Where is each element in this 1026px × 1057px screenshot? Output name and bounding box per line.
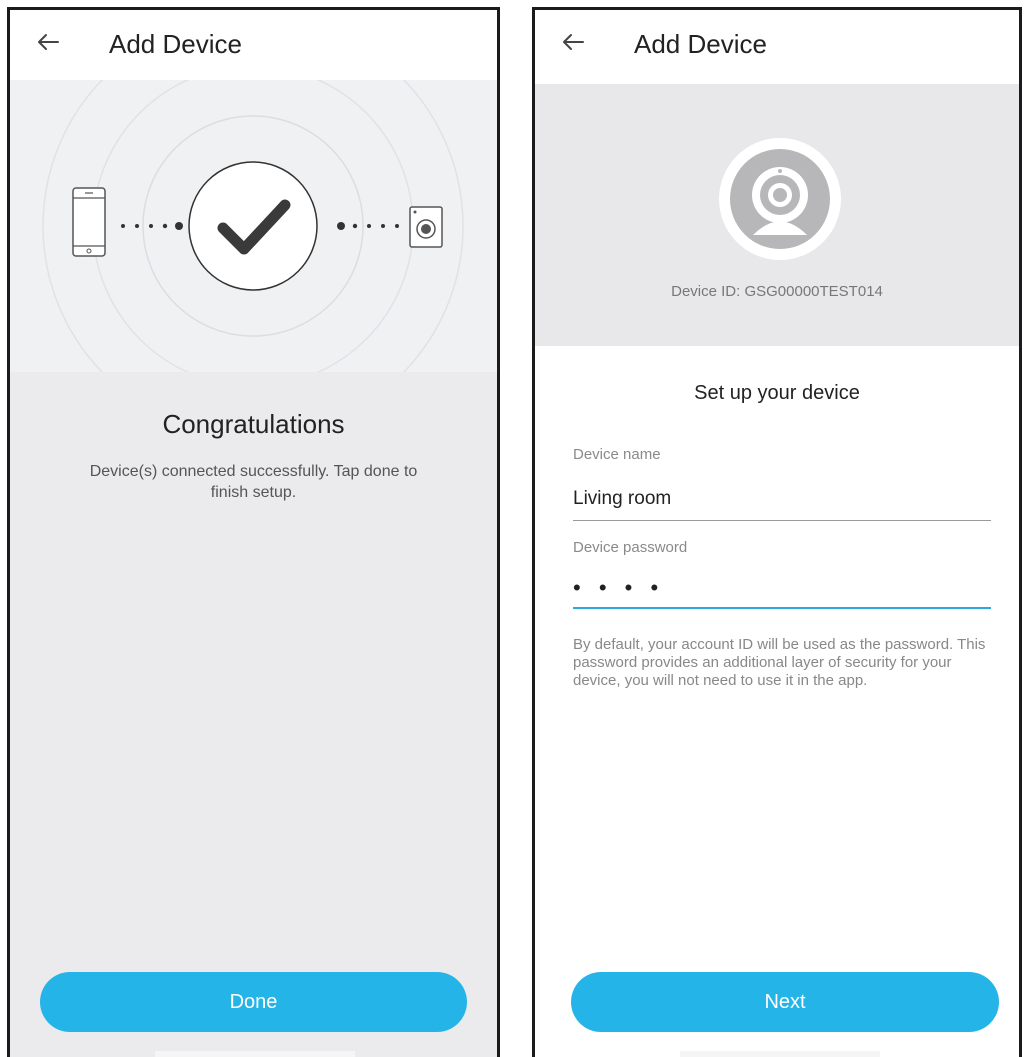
header: Add Device (535, 10, 1019, 80)
connection-illustration (42, 80, 464, 372)
left-screen: Add Device Congratulations Device(s) con… (7, 7, 500, 1057)
page-title: Add Device (634, 29, 767, 59)
arrow-left-icon[interactable] (557, 26, 589, 58)
home-indicator (155, 1051, 355, 1057)
congratulations-heading: Congratulations (162, 409, 345, 439)
done-button[interactable]: Done (40, 972, 467, 1032)
device-password-label: Device password (573, 539, 688, 556)
device-name-input[interactable]: Living room (573, 488, 991, 521)
setup-heading: Set up your device (694, 382, 860, 404)
camera-icon (409, 206, 443, 248)
password-help-text: By default, your account ID will be used… (573, 636, 986, 689)
success-message: Device(s) connected successfully. Tap do… (89, 463, 418, 501)
page-title: Add Device (109, 29, 242, 59)
right-screen: Add Device Device ID: GSG00000TEST014 Se… (532, 7, 1022, 1057)
arrow-left-icon[interactable] (32, 26, 64, 58)
device-hero: Device ID: GSG00000TEST014 (535, 84, 1019, 346)
camera-avatar (719, 138, 841, 260)
device-id: Device ID: GSG00000TEST014 (671, 283, 883, 300)
camera-icon (730, 149, 830, 249)
home-indicator (680, 1051, 880, 1057)
connection-dots-left (121, 222, 183, 230)
checkmark-icon (188, 161, 318, 291)
next-button[interactable]: Next (571, 972, 999, 1032)
header: Add Device (10, 10, 497, 80)
connection-dots-right (337, 222, 399, 230)
smartphone-icon (72, 187, 106, 257)
device-name-label: Device name (573, 446, 661, 463)
device-password-input[interactable]: • • • • (573, 575, 991, 609)
success-illustration (10, 80, 497, 372)
